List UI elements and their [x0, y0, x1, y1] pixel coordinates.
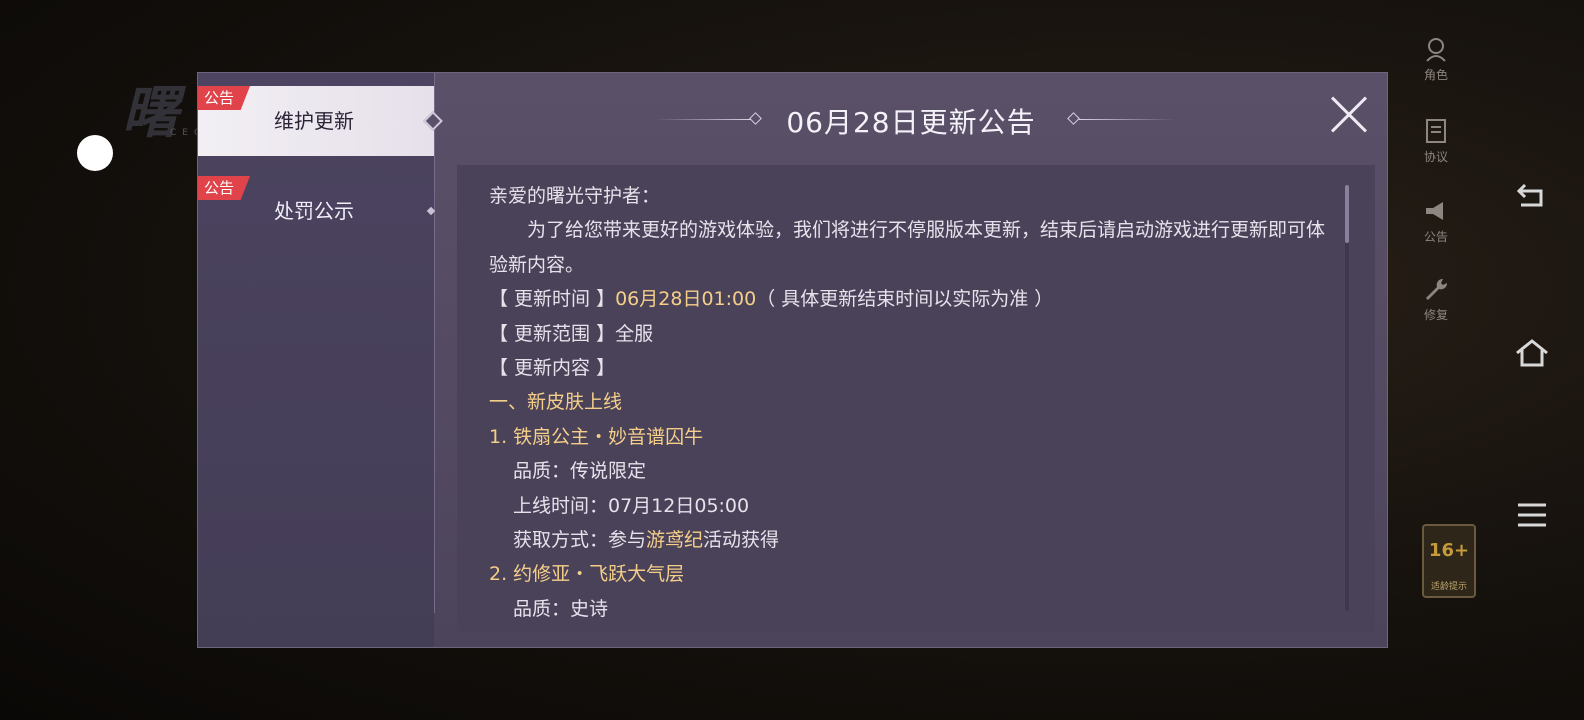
dialog-title: 06月28日更新公告 — [786, 106, 1036, 139]
floating-assist-button[interactable] — [77, 135, 113, 171]
repair-button[interactable]: 修复 — [1412, 276, 1460, 322]
notice-badge: 公告 — [198, 86, 251, 110]
skin-obtain-method: 获取方式：参与游鸢纪活动获得 — [513, 529, 780, 552]
dialog-header: 06月28日更新公告 — [435, 73, 1387, 165]
skin-release-time: 上线时间：07月12日05:00 — [513, 494, 750, 517]
back-nav-button[interactable] — [1508, 180, 1556, 220]
tab-label: 维护更新 — [274, 109, 354, 133]
section-heading: 一、新皮肤上线 — [489, 391, 623, 414]
scrollbar-thumb[interactable] — [1345, 185, 1349, 243]
age-rating-badge[interactable]: 16+ 适龄提示 — [1422, 524, 1476, 598]
intro-paragraph: 为了给您带来更好的游戏体验，我们将进行不停服版本更新，结束后请启动游戏进行更新即… — [489, 219, 1326, 276]
agreement-icon — [1412, 118, 1460, 150]
skin-title: 1. 铁扇公主・妙音谱囚牛 — [489, 425, 704, 448]
tab-maintenance-update[interactable]: 公告 维护更新 — [198, 86, 434, 156]
announcement-dialog: 公告 维护更新 公告 处罚公示 06月28日更新公告 亲爱的曙光守护者： 为了给… — [197, 72, 1388, 648]
close-button[interactable] — [1329, 95, 1369, 135]
tab-label: 处罚公示 — [274, 199, 354, 223]
update-content-label: 【 更新内容 】 — [489, 357, 616, 380]
megaphone-icon — [1412, 198, 1460, 230]
character-button[interactable]: 角色 — [1412, 36, 1460, 82]
announcement-sidebar: 公告 维护更新 公告 处罚公示 — [198, 73, 434, 647]
title-ornament-right — [1079, 119, 1175, 120]
wrench-icon — [1412, 276, 1460, 308]
announcement-button[interactable]: 公告 — [1412, 198, 1460, 244]
content-scrollbar[interactable] — [1345, 185, 1349, 611]
home-nav-button[interactable] — [1508, 338, 1556, 378]
agreement-button[interactable]: 协议 — [1412, 118, 1460, 164]
skin-title: 2. 约修亚・飞跃大气层 — [489, 563, 685, 586]
home-icon — [1516, 339, 1548, 367]
update-time-line: 【 更新时间 】06月28日01:00（ 具体更新结束时间以实际为准 ） — [489, 288, 1054, 311]
greeting: 亲爱的曙光守护者： — [489, 185, 661, 207]
back-icon — [1516, 183, 1543, 207]
skin-quality: 品质：传说限定 — [513, 460, 647, 483]
announcement-text: 亲爱的曙光守护者： 为了给您带来更好的游戏体验，我们将进行不停服版本更新，结束后… — [489, 179, 1339, 626]
game-logo: 曙 — [122, 80, 178, 146]
menu-icon — [1518, 503, 1546, 527]
skin-quality: 品质：史诗 — [513, 597, 609, 620]
character-icon — [1412, 36, 1460, 68]
menu-nav-button[interactable] — [1508, 500, 1556, 540]
notice-badge: 公告 — [198, 176, 251, 200]
update-scope-line: 【 更新范围 】全服 — [489, 322, 654, 345]
tab-penalty-notice[interactable]: 公告 处罚公示 — [198, 176, 434, 246]
announcement-content[interactable]: 亲爱的曙光守护者： 为了给您带来更好的游戏体验，我们将进行不停服版本更新，结束后… — [457, 165, 1375, 631]
